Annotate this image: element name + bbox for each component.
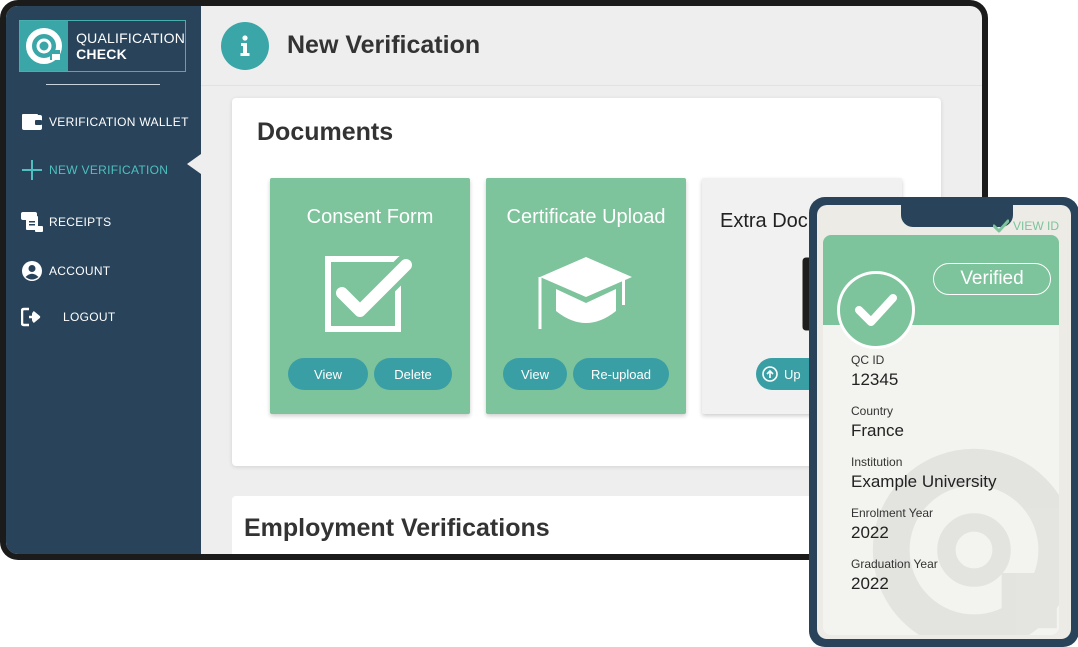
brand-name-line2: CHECK	[76, 46, 127, 62]
field-value: France	[851, 421, 904, 440]
field-label: Country	[851, 404, 894, 418]
sidebar-item-label: RECEIPTS	[49, 215, 112, 229]
card-actions: View Delete	[270, 358, 470, 390]
page-title: New Verification	[287, 31, 481, 59]
sidebar-item-label: NEW VERIFICATION	[49, 163, 169, 177]
field-graduation-year: Graduation Year 2022	[851, 557, 997, 594]
sidebar-item-label: LOGOUT	[63, 310, 116, 324]
phone-screen: VIEW ID Verified QC ID 12345 Country Fra…	[817, 205, 1071, 639]
sidebar-item-label: VERIFICATION WALLET	[49, 115, 189, 129]
status-badge: Verified	[933, 263, 1051, 295]
field-value: 2022	[851, 523, 889, 542]
user-circle-icon	[21, 260, 43, 282]
consent-form-card: Consent Form View Delete	[270, 178, 470, 414]
wallet-icon	[21, 111, 43, 133]
stage: QUALIFICATION CHECK VERIFICATION WALLET	[0, 0, 1078, 647]
card-title: Consent Form	[306, 206, 434, 228]
graduation-cap-icon	[536, 252, 636, 338]
sidebar-item-account[interactable]: ACCOUNT	[21, 257, 110, 285]
active-indicator	[187, 154, 201, 174]
field-value: 12345	[851, 370, 899, 389]
phone-device: VIEW ID Verified QC ID 12345 Country Fra…	[809, 197, 1078, 647]
view-button[interactable]: View	[288, 358, 368, 390]
id-card: Verified QC ID 12345 Country France Inst…	[823, 235, 1059, 635]
sidebar-item-receipts[interactable]: RECEIPTS	[21, 208, 111, 236]
sidebar-divider	[46, 84, 160, 85]
documents-title: Documents	[257, 118, 394, 146]
card-actions: View Re-upload	[486, 358, 686, 390]
view-id-label: VIEW ID	[1012, 219, 1059, 233]
verified-check-icon	[837, 271, 915, 349]
reupload-button[interactable]: Re-upload	[573, 358, 669, 390]
brand-name-line1: QUALIFICATION	[76, 30, 185, 46]
field-qc-id: QC ID 12345	[851, 353, 997, 390]
certificate-upload-card: Certificate Upload View Re-upload	[486, 178, 686, 414]
delete-button[interactable]: Delete	[374, 358, 452, 390]
field-country: Country France	[851, 404, 997, 441]
plus-icon	[21, 159, 43, 181]
id-fields: QC ID 12345 Country France Institution E…	[851, 353, 997, 608]
info-icon	[221, 21, 269, 70]
sidebar-item-logout[interactable]: LOGOUT	[21, 303, 115, 331]
field-label: Institution	[851, 455, 903, 469]
sidebar: QUALIFICATION CHECK VERIFICATION WALLET	[6, 6, 201, 554]
page-header: New Verification	[201, 6, 982, 86]
field-value: Example University	[851, 472, 997, 491]
view-button[interactable]: View	[503, 358, 567, 390]
sidebar-item-label: ACCOUNT	[49, 264, 111, 278]
upload-icon	[762, 366, 778, 382]
field-label: Graduation Year	[851, 557, 938, 571]
field-label: Enrolment Year	[851, 506, 934, 520]
logout-icon	[21, 306, 43, 328]
check-icon	[992, 219, 1009, 233]
view-id-link[interactable]: VIEW ID	[992, 219, 1059, 233]
brand-name: QUALIFICATION CHECK	[68, 30, 185, 62]
checkbox-icon	[320, 252, 420, 338]
sidebar-item-new-verification[interactable]: NEW VERIFICATION	[21, 156, 168, 184]
employment-title: Employment Verifications	[244, 514, 550, 542]
field-enrolment-year: Enrolment Year 2022	[851, 506, 997, 543]
qc-logo-icon	[20, 21, 69, 71]
upload-button-label: Up	[784, 366, 801, 382]
brand-logo[interactable]: QUALIFICATION CHECK	[19, 20, 186, 72]
field-institution: Institution Example University	[851, 455, 997, 492]
card-title: Certificate Upload	[506, 206, 666, 228]
field-label: QC ID	[851, 353, 885, 367]
receipt-icon	[21, 211, 43, 233]
sidebar-item-verification-wallet[interactable]: VERIFICATION WALLET	[21, 108, 189, 136]
field-value: 2022	[851, 574, 889, 593]
